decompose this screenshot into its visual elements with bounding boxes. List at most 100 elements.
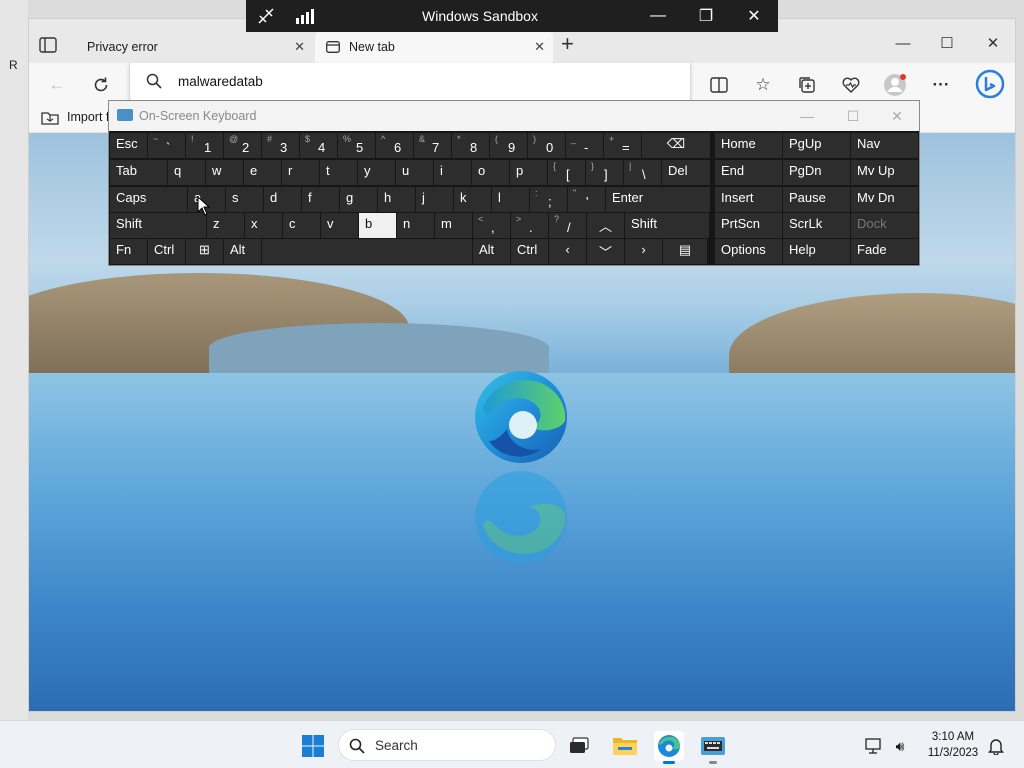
osk-key-mvup[interactable]: Mv Up xyxy=(851,160,918,185)
close-window-icon[interactable]: ✕ xyxy=(973,29,1013,57)
osk-key-shift[interactable]: Shift xyxy=(110,213,206,238)
osk-key-bs[interactable]: | \ xyxy=(624,160,661,185)
osk-key-n2[interactable]: @2 xyxy=(224,133,261,158)
osk-key-rb[interactable]: }] xyxy=(586,160,623,185)
osk-key-s[interactable]: s xyxy=(226,187,263,212)
notification-bell-icon[interactable] xyxy=(984,731,1008,761)
osk-close-icon[interactable]: ✕ xyxy=(875,105,919,127)
import-favorites-button[interactable]: Import f xyxy=(41,109,109,125)
osk-key-n6[interactable]: ^ 6 xyxy=(376,133,413,158)
close-tab-icon[interactable]: ✕ xyxy=(294,39,305,55)
start-windows-icon[interactable] xyxy=(298,731,328,761)
maximize-icon[interactable]: ☐ xyxy=(927,29,967,57)
osk-key-options[interactable]: Options xyxy=(715,239,782,264)
osk-key-shift-r[interactable]: Shift xyxy=(625,213,709,238)
osk-key-ctrl-r[interactable]: Ctrl xyxy=(511,239,548,264)
split-screen-icon[interactable] xyxy=(705,71,733,99)
connection-signal-icon[interactable] xyxy=(286,0,326,32)
network-icon[interactable] xyxy=(862,731,886,761)
osk-key-ctrl[interactable]: Ctrl xyxy=(148,239,185,264)
more-options-icon[interactable]: ··· xyxy=(927,71,955,99)
osk-key-downarrow[interactable]: ﹀ xyxy=(587,239,624,264)
osk-key-v[interactable]: v xyxy=(321,213,358,238)
osk-key-c[interactable]: c xyxy=(283,213,320,238)
osk-key-g[interactable]: g xyxy=(340,187,377,212)
osk-key-del[interactable]: Del xyxy=(662,160,710,185)
osk-key-help[interactable]: Help xyxy=(783,239,850,264)
osk-key-z[interactable]: z xyxy=(207,213,244,238)
osk-key-o[interactable]: o xyxy=(472,160,509,185)
tab-new-tab[interactable]: New tab ✕ xyxy=(315,31,553,63)
osk-key-space[interactable] xyxy=(262,239,472,264)
osk-minimize-icon[interactable]: — xyxy=(785,105,829,127)
osk-key-u[interactable]: u xyxy=(396,160,433,185)
collections-icon[interactable] xyxy=(793,71,821,99)
osk-key-l[interactable]: l xyxy=(492,187,529,212)
osk-key-tab[interactable]: Tab xyxy=(110,160,167,185)
osk-key-n[interactable]: n xyxy=(397,213,434,238)
volume-icon[interactable]: 🔊︎ xyxy=(888,731,912,761)
osk-key-b[interactable]: b xyxy=(359,213,396,238)
osk-key-fn[interactable]: Fn xyxy=(110,239,147,264)
sandbox-disconnect-icon[interactable] xyxy=(246,0,286,32)
taskbar-clock[interactable]: 3:10 AM 11/3/2023 xyxy=(924,729,982,761)
osk-key-n5[interactable]: % 5 xyxy=(338,133,375,158)
osk-key-f[interactable]: f xyxy=(302,187,339,212)
osk-key-dock[interactable]: Dock xyxy=(851,213,918,238)
task-view-icon[interactable] xyxy=(564,731,594,761)
osk-key-caps[interactable]: Caps xyxy=(110,187,187,212)
osk-key-n3[interactable]: #3 xyxy=(262,133,299,158)
osk-key-rightarrow[interactable]: › xyxy=(625,239,662,264)
profile-avatar[interactable] xyxy=(881,71,909,99)
osk-key-insert[interactable]: Insert xyxy=(715,187,782,212)
osk-key-scrlk[interactable]: ScrLk xyxy=(783,213,850,238)
osk-key-pause[interactable]: Pause xyxy=(783,187,850,212)
osk-key-lb[interactable]: {[ xyxy=(548,160,585,185)
osk-key-eq[interactable]: + = xyxy=(604,133,641,158)
osk-key-i[interactable]: i xyxy=(434,160,471,185)
tab-actions-icon[interactable] xyxy=(39,37,61,57)
back-arrow-icon[interactable]: ← xyxy=(43,71,71,99)
osk-key-home[interactable]: Home xyxy=(715,133,782,158)
osk-key-p[interactable]: p xyxy=(510,160,547,185)
osk-key-alt[interactable]: Alt xyxy=(224,239,261,264)
osk-key-n9[interactable]: (9 xyxy=(490,133,527,158)
osk-key-leftarrow[interactable]: ‹ xyxy=(549,239,586,264)
osk-key-n8[interactable]: * 8 xyxy=(452,133,489,158)
refresh-icon[interactable] xyxy=(87,71,115,99)
osk-key-esc[interactable]: Esc xyxy=(110,133,147,158)
osk-key-backspace[interactable]: ⌫ xyxy=(642,133,710,158)
osk-key-pgdn[interactable]: PgDn xyxy=(783,160,850,185)
osk-key-uparrow[interactable]: ︿ xyxy=(587,213,624,238)
tab-privacy-error[interactable]: Privacy error ✕ xyxy=(77,31,313,63)
edge-taskbar-icon[interactable] xyxy=(654,731,684,764)
osk-key-nav[interactable]: Nav xyxy=(851,133,918,158)
sandbox-minimize-icon[interactable]: — xyxy=(634,0,682,32)
osk-key-alt-r[interactable]: Alt xyxy=(473,239,510,264)
osk-key-end[interactable]: End xyxy=(715,160,782,185)
osk-key-minus[interactable]: _ - xyxy=(566,133,603,158)
osk-maximize-icon[interactable]: ☐ xyxy=(831,105,875,127)
file-explorer-icon[interactable] xyxy=(610,731,640,761)
favorites-star-icon[interactable]: ☆ xyxy=(749,71,777,99)
osk-key-prtscn[interactable]: PrtScn xyxy=(715,213,782,238)
browser-essentials-heart-icon[interactable] xyxy=(837,71,865,99)
osk-key-r[interactable]: r xyxy=(282,160,319,185)
sandbox-restore-icon[interactable]: ❐ xyxy=(682,0,730,32)
osk-key-e[interactable]: e xyxy=(244,160,281,185)
osk-key-x[interactable]: x xyxy=(245,213,282,238)
osk-key-n0[interactable]: ) 0 xyxy=(528,133,565,158)
osk-key-n4[interactable]: $4 xyxy=(300,133,337,158)
osk-key-comma[interactable]: <, xyxy=(473,213,510,238)
osk-key-pgup[interactable]: PgUp xyxy=(783,133,850,158)
osk-key-dot[interactable]: >. xyxy=(511,213,548,238)
osk-key-enter[interactable]: Enter xyxy=(606,187,710,212)
osk-key-mvdn[interactable]: Mv Dn xyxy=(851,187,918,212)
minimize-icon[interactable]: — xyxy=(883,29,923,57)
osk-key-quote[interactable]: " ' xyxy=(568,187,605,212)
osk-taskbar-icon[interactable] xyxy=(698,731,728,764)
osk-key-k[interactable]: k xyxy=(454,187,491,212)
taskbar-search-box[interactable]: Search xyxy=(338,729,556,761)
osk-key-slash[interactable]: ? / xyxy=(549,213,586,238)
osk-key-j[interactable]: j xyxy=(416,187,453,212)
